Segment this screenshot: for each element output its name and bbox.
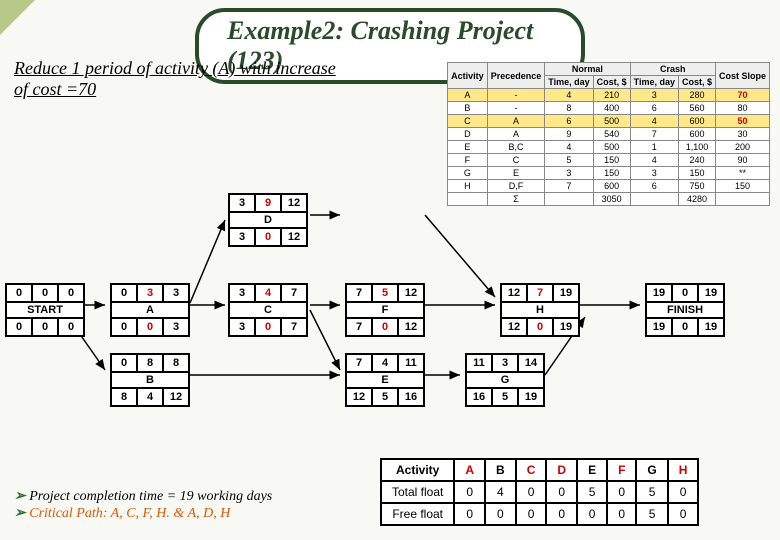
bullet-completion: Project completion time = 19 working day… — [29, 489, 272, 504]
bullet-critical-path: Critical Path: A, C, F, H. & A, D, H — [29, 506, 230, 521]
summary-bullets: ➢ Project completion time = 19 working d… — [14, 488, 272, 522]
float-table: ActivityABCDEFGHTotal float04005050Free … — [380, 458, 699, 526]
node-finish: 19019FINISH19019 — [645, 283, 725, 337]
node-d: 3912D3012 — [228, 193, 308, 247]
node-f: 7512F7012 — [345, 283, 425, 337]
network-diagram: 000START000 033A003 088B8412 3912D3012 347C3… — [0, 175, 780, 435]
node-g: 11314G16519 — [465, 353, 545, 407]
node-start: 000START000 — [5, 283, 85, 337]
node-c: 347C307 — [228, 283, 308, 337]
corner-decoration — [0, 0, 35, 35]
node-b: 088B8412 — [110, 353, 190, 407]
node-a: 033A003 — [110, 283, 190, 337]
node-h: 12719H12019 — [500, 283, 580, 337]
instruction-text: Reduce 1 period of activity (A) with inc… — [14, 58, 344, 100]
node-e: 7411E12516 — [345, 353, 425, 407]
